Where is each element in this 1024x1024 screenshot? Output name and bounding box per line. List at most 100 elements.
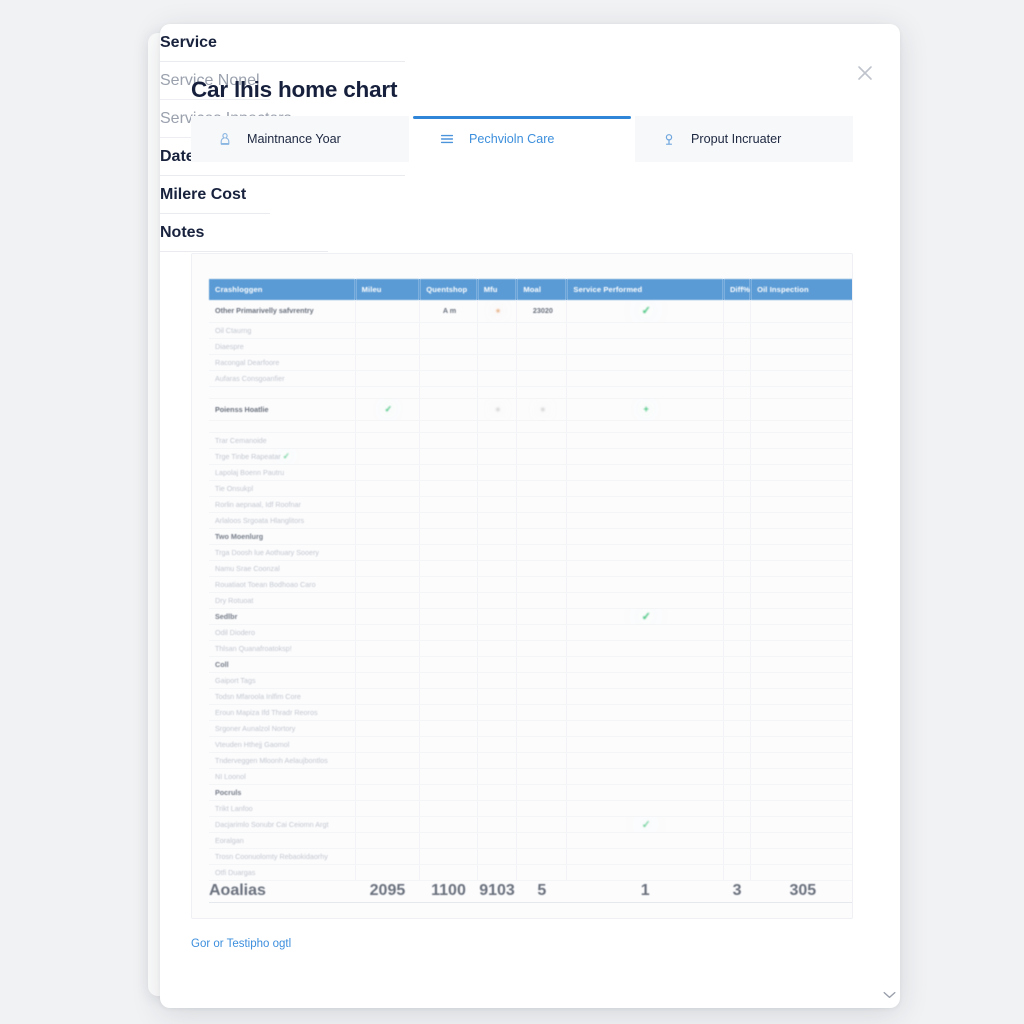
col-header-oil_inspection[interactable]: Oil Inspection xyxy=(750,279,852,300)
tab-pechvioln-care[interactable]: Pechvioln Care xyxy=(413,116,635,162)
cell-oil_inspection xyxy=(750,784,852,801)
col-header-quentshop[interactable]: Quentshop xyxy=(419,279,478,300)
table-row[interactable]: Vteuden Hthejj Gaomol xyxy=(209,736,852,753)
cell-mileu xyxy=(355,816,421,833)
cell-quentshop xyxy=(419,752,478,769)
cell-mfu xyxy=(477,576,518,593)
cell-service_performed: + xyxy=(566,398,724,421)
table-row[interactable]: Other Primarivelly safvrentry A m ● 23020 ✓ xyxy=(209,300,852,323)
table-row[interactable]: Diaespre xyxy=(209,338,852,355)
col-header-diff[interactable]: Diff% xyxy=(723,279,752,300)
table-row[interactable]: Srgoner Aunalzol Nortory xyxy=(209,720,852,737)
col-header-mileu[interactable]: Mileu xyxy=(355,279,421,300)
table-row[interactable]: Trikt Lanfoo xyxy=(209,800,852,817)
table-row[interactable]: Namu Srae Coonzal xyxy=(209,560,852,577)
cell-quentshop xyxy=(419,784,478,801)
table-row[interactable]: Trosn Coonuolomty Rebaokidaorhy xyxy=(209,848,852,865)
col-header-crashloggen[interactable]: Crashloggen xyxy=(209,279,356,300)
field-service[interactable]: Service xyxy=(160,24,405,62)
field-notes[interactable]: Notes xyxy=(160,214,896,999)
cell-diff xyxy=(723,656,752,673)
cell-oil_inspection xyxy=(750,322,852,339)
cell-diff xyxy=(723,704,752,721)
table-row[interactable]: Pocruls xyxy=(209,784,852,801)
table-row[interactable]: Thlsan Quanafroatoksp! xyxy=(209,640,852,657)
table-row[interactable] xyxy=(209,420,852,433)
chevron-down-icon[interactable] xyxy=(883,991,896,999)
col-header-service_performed[interactable]: Service Performed xyxy=(566,279,724,300)
cell-diff xyxy=(723,386,752,399)
cell-service_performed: ✓ xyxy=(566,816,724,833)
table-row[interactable]: Sedlbr ✓ xyxy=(209,608,852,625)
cell-mfu xyxy=(477,640,518,657)
cell-diff xyxy=(723,832,752,849)
cell-service_performed xyxy=(566,688,724,705)
table-row[interactable]: Rorlin aepnaal, Idf Roofnar xyxy=(209,496,852,513)
tab-proput-incruater[interactable]: Proput Incruater xyxy=(635,116,853,162)
cell-crashloggen: Dry Rotuoat xyxy=(209,592,356,609)
field-milere-cost[interactable]: Milere Cost xyxy=(160,176,270,214)
cell-moal xyxy=(516,720,568,737)
cell-mfu xyxy=(477,656,518,673)
cell-mileu xyxy=(355,528,421,545)
table-row[interactable]: Odil Diodero xyxy=(209,624,852,641)
cell-moal xyxy=(516,432,568,449)
table-row[interactable]: Tie Onsukpl xyxy=(209,480,852,497)
table-row[interactable]: Otfi Duargas xyxy=(209,864,852,881)
table-row[interactable]: Trga Doosh lue Aothuary Sooery xyxy=(209,544,852,561)
cell-oil_inspection xyxy=(750,354,852,371)
cell-oil_inspection xyxy=(750,464,852,481)
cell-mileu xyxy=(355,464,421,481)
col-header-mfu[interactable]: Mfu xyxy=(477,279,518,300)
table-row[interactable]: Coll xyxy=(209,656,852,673)
tab-maintnance-yoar[interactable]: Maintnance Yoar xyxy=(191,116,413,162)
cell-mfu xyxy=(477,624,518,641)
table-row[interactable] xyxy=(209,386,852,399)
table-row[interactable]: Racongal Dearfoore xyxy=(209,354,852,371)
table-row[interactable]: Aufaras Consgoanfier xyxy=(209,370,852,387)
cell-moal xyxy=(516,608,568,625)
cell-mileu xyxy=(355,672,421,689)
cell-mileu xyxy=(355,736,421,753)
cell-moal xyxy=(516,448,568,465)
cell-quentshop: A m xyxy=(419,300,478,323)
table-row[interactable]: Dacjarimlo Sonubr Cai Ceiomn Argt ✓ xyxy=(209,816,852,833)
cell-oil_inspection xyxy=(750,338,852,355)
close-icon[interactable] xyxy=(852,60,878,86)
table-row[interactable]: Poienss Hoatlie ✓ ● ● + xyxy=(209,398,852,421)
table-row[interactable]: Trar Cemanoide xyxy=(209,432,852,449)
cell-service_performed xyxy=(566,464,724,481)
table-row[interactable]: Two Moenlurg xyxy=(209,528,852,545)
footer-link[interactable]: Gor or Testipho ogtl xyxy=(191,938,291,950)
cell-moal xyxy=(516,512,568,529)
table-row[interactable]: Gaiport Tags xyxy=(209,672,852,689)
table-row[interactable]: Rouatiaot Toean Bodhoao Caro xyxy=(209,576,852,593)
page-title: Car lhis home chart xyxy=(191,77,398,102)
table-row[interactable]: Eoralgan xyxy=(209,832,852,849)
cell-moal xyxy=(516,370,568,387)
cell-quentshop xyxy=(419,800,478,817)
cell-service_performed xyxy=(566,800,724,817)
cell-quentshop xyxy=(419,386,478,399)
cell-oil_inspection xyxy=(750,736,852,753)
table-row[interactable]: Todsn Mfaroola Inlfim Core xyxy=(209,688,852,705)
cell-crashloggen: NI Loonol xyxy=(209,768,356,785)
cell-quentshop xyxy=(419,398,478,421)
table-row[interactable]: NI Loonol xyxy=(209,768,852,785)
cell-service_performed xyxy=(566,386,724,399)
total-label: Aoalias xyxy=(209,879,356,903)
table-row[interactable]: Eroun Mapiza Ifd Thradr Reoros xyxy=(209,704,852,721)
col-header-moal[interactable]: Moal xyxy=(516,279,568,300)
cell-service_performed xyxy=(566,354,724,371)
table-row[interactable]: Oil Ctaurng xyxy=(209,322,852,339)
table-row[interactable]: Tnderveggen Mloonh Aelaujbontlos xyxy=(209,752,852,769)
table-row[interactable]: Trge Tinbe Rapeatar ✓ xyxy=(209,448,852,465)
cell-quentshop xyxy=(419,720,478,737)
cell-moal xyxy=(516,768,568,785)
table-row[interactable]: Lapolaj Boenn Pautru xyxy=(209,464,852,481)
table-row[interactable]: Arlaloos Srgoata Hlanglitors xyxy=(209,512,852,529)
table-row[interactable]: Dry Rotuoat xyxy=(209,592,852,609)
cell-crashloggen xyxy=(209,386,356,399)
cell-service_performed xyxy=(566,448,724,465)
cell-crashloggen: Otfi Duargas xyxy=(209,864,356,881)
